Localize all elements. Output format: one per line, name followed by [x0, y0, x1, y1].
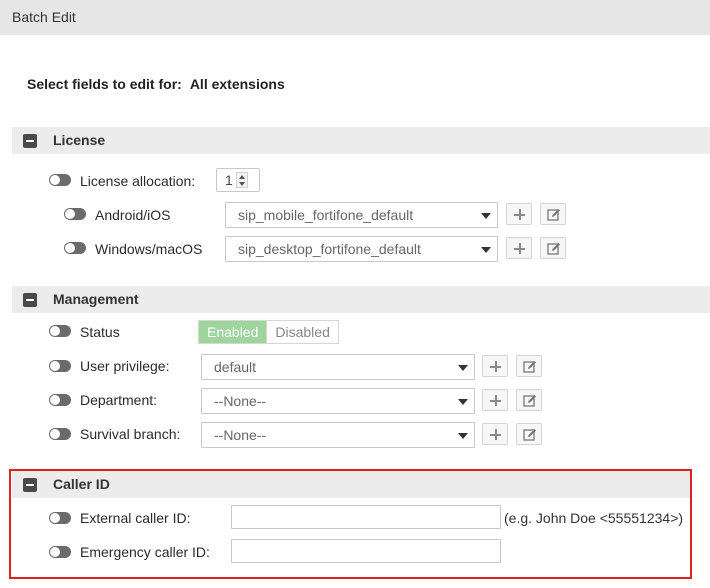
windows-macos-add-button[interactable]	[506, 237, 532, 259]
external-caller-id-input[interactable]	[231, 505, 501, 529]
edit-scope-heading: Select fields to edit for: All extensions	[27, 76, 285, 92]
status-enabled-option[interactable]: Enabled	[199, 321, 267, 343]
edit-icon	[547, 243, 560, 255]
collapse-icon[interactable]	[23, 134, 37, 148]
user-privilege-value: default	[214, 359, 257, 375]
collapse-icon[interactable]	[23, 478, 37, 492]
android-ios-toggle[interactable]	[64, 208, 86, 220]
license-allocation-label: License allocation:	[80, 173, 196, 189]
android-ios-add-button[interactable]	[506, 203, 532, 225]
edit-scope-value: All extensions	[189, 76, 285, 92]
edit-icon	[523, 361, 536, 373]
chevron-down-icon	[481, 213, 491, 219]
department-toggle[interactable]	[49, 394, 71, 406]
windows-macos-edit-button[interactable]	[540, 237, 566, 259]
section-caller-id-header[interactable]: Caller ID	[12, 471, 690, 498]
section-license-header[interactable]: License	[12, 127, 710, 154]
user-privilege-toggle[interactable]	[49, 360, 71, 372]
survival-branch-edit-button[interactable]	[516, 423, 542, 445]
chevron-down-icon	[458, 433, 468, 439]
stepper-arrows[interactable]	[236, 172, 248, 188]
license-allocation-stepper[interactable]: 1	[216, 168, 260, 192]
android-ios-label: Android/iOS	[95, 207, 171, 223]
edit-scope-prefix: Select fields to edit for:	[27, 76, 182, 92]
user-privilege-label: User privilege:	[80, 358, 170, 374]
section-management-title: Management	[53, 291, 139, 307]
windows-macos-label: Windows/macOS	[95, 241, 203, 257]
android-ios-edit-button[interactable]	[540, 203, 566, 225]
license-allocation-value: 1	[225, 172, 233, 188]
license-allocation-toggle[interactable]	[49, 174, 71, 186]
user-privilege-add-button[interactable]	[482, 355, 508, 377]
status-segmented-control[interactable]: Enabled Disabled	[198, 320, 339, 344]
department-edit-button[interactable]	[516, 389, 542, 411]
edit-icon	[547, 209, 560, 221]
survival-branch-toggle[interactable]	[49, 428, 71, 440]
window-title: Batch Edit	[0, 0, 710, 35]
section-management-header[interactable]: Management	[12, 286, 710, 313]
user-privilege-select[interactable]: default	[201, 354, 475, 380]
department-label: Department:	[80, 392, 158, 408]
survival-branch-value: --None--	[214, 427, 267, 443]
department-select[interactable]: --None--	[201, 388, 475, 414]
edit-icon	[523, 429, 536, 441]
external-caller-id-label: External caller ID:	[80, 510, 191, 526]
emergency-caller-id-label: Emergency caller ID:	[80, 544, 210, 560]
survival-branch-label: Survival branch:	[80, 426, 181, 442]
survival-branch-select[interactable]: --None--	[201, 422, 475, 448]
status-toggle[interactable]	[49, 325, 71, 337]
windows-macos-toggle[interactable]	[64, 242, 86, 254]
android-ios-select[interactable]: sip_mobile_fortifone_default	[225, 202, 498, 228]
user-privilege-edit-button[interactable]	[516, 355, 542, 377]
external-caller-id-hint: (e.g. John Doe <55551234>)	[504, 510, 684, 526]
section-caller-id-title: Caller ID	[53, 476, 110, 492]
emergency-caller-id-input[interactable]	[231, 539, 501, 563]
status-disabled-option[interactable]: Disabled	[266, 321, 338, 343]
android-ios-value: sip_mobile_fortifone_default	[238, 207, 414, 223]
windows-macos-select[interactable]: sip_desktop_fortifone_default	[225, 236, 498, 262]
department-add-button[interactable]	[482, 389, 508, 411]
stepper-down-icon[interactable]	[239, 182, 245, 186]
chevron-down-icon	[458, 399, 468, 405]
status-label: Status	[80, 324, 120, 340]
chevron-down-icon	[458, 365, 468, 371]
windows-macos-value: sip_desktop_fortifone_default	[238, 241, 421, 257]
section-license-title: License	[53, 132, 106, 148]
collapse-icon[interactable]	[23, 293, 37, 307]
chevron-down-icon	[481, 247, 491, 253]
emergency-caller-id-toggle[interactable]	[49, 546, 71, 558]
edit-icon	[523, 395, 536, 407]
stepper-up-icon[interactable]	[239, 175, 245, 179]
survival-branch-add-button[interactable]	[482, 423, 508, 445]
external-caller-id-toggle[interactable]	[49, 512, 71, 524]
department-value: --None--	[214, 393, 267, 409]
